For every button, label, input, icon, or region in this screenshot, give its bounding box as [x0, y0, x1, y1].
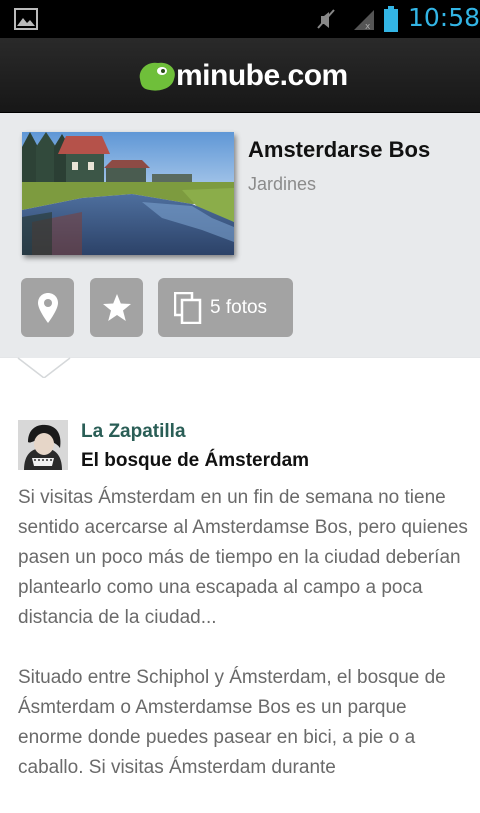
signal-icon: x [354, 10, 374, 30]
review-author[interactable]: La Zapatilla [81, 421, 186, 443]
avatar-image [18, 420, 68, 470]
gallery-icon [14, 8, 38, 30]
photos-button[interactable]: 5 fotos [158, 278, 293, 337]
photos-button-label: 5 fotos [210, 296, 268, 318]
star-icon [102, 294, 131, 321]
favorite-button[interactable] [90, 278, 143, 337]
section-divider [0, 338, 480, 378]
author-avatar[interactable] [18, 420, 68, 470]
place-title: Amsterdarse Bos [248, 137, 431, 162]
place-header: Amsterdarse Bos Jardines 5 fotos [0, 113, 480, 358]
review-title: El bosque de Ámsterdam [81, 450, 310, 471]
mute-icon [317, 9, 335, 29]
svg-text:x: x [365, 22, 371, 30]
status-bar: x 10:58 [0, 0, 480, 38]
minube-logo[interactable]: minube.com [136, 56, 348, 96]
place-photo[interactable] [22, 132, 234, 255]
map-pin-icon [37, 292, 58, 323]
battery-icon [384, 6, 398, 32]
map-button[interactable] [21, 278, 74, 337]
logo-text: minube.com [176, 59, 348, 92]
place-category: Jardines [248, 174, 317, 194]
photos-copy-icon [174, 291, 202, 324]
review-body: Si visitas Ámsterdam en un fin de semana… [18, 483, 468, 813]
review-paragraph: Si visitas Ámsterdam en un fin de semana… [18, 487, 468, 628]
place-photo-image [22, 132, 234, 255]
app-header: minube.com [0, 38, 480, 113]
review-paragraph: Situado entre Schiphol y Ámsterdam, el b… [18, 667, 446, 778]
logo-blob-icon [139, 62, 175, 91]
status-time: 10:58 [408, 3, 480, 32]
